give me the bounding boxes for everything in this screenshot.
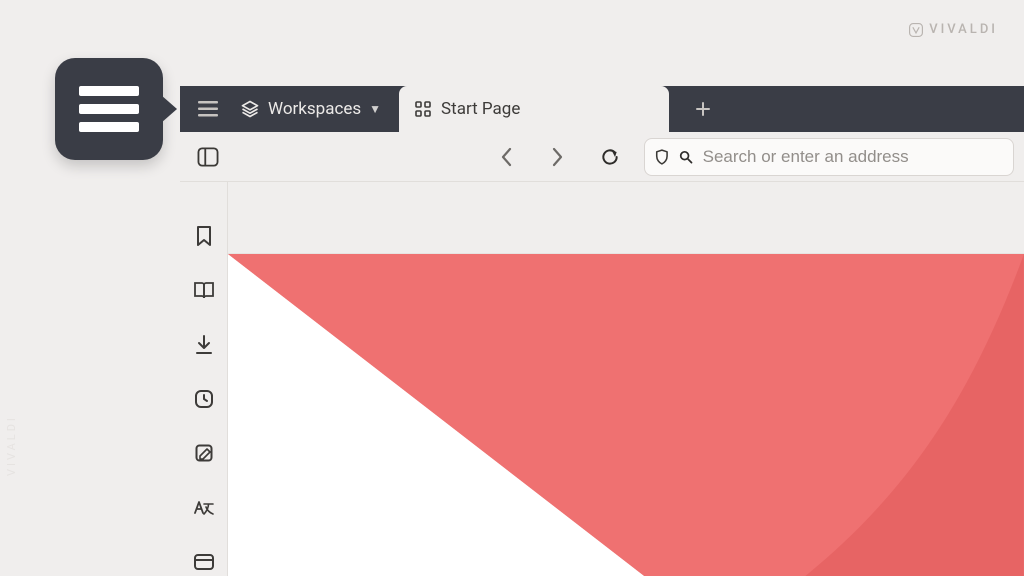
browser-window: Workspaces ▼ Start Page bbox=[180, 86, 1024, 576]
chevron-right-icon bbox=[551, 146, 565, 168]
vivaldi-menu-button[interactable] bbox=[190, 91, 226, 127]
panel-window[interactable] bbox=[186, 548, 222, 576]
brand-name: VIVALDI bbox=[929, 22, 998, 37]
address-input[interactable] bbox=[703, 147, 1003, 167]
hamburger-icon bbox=[198, 101, 218, 117]
panel-reading-list[interactable] bbox=[186, 276, 222, 304]
clock-icon bbox=[194, 389, 214, 409]
workspaces-button[interactable]: Workspaces ▼ bbox=[240, 99, 381, 119]
shield-icon bbox=[655, 148, 669, 166]
download-icon bbox=[194, 334, 214, 356]
chevron-down-icon: ▼ bbox=[369, 102, 381, 116]
panel-toggle-button[interactable] bbox=[190, 139, 226, 175]
body-row bbox=[180, 182, 1024, 576]
plus-icon bbox=[695, 101, 711, 117]
nav-buttons bbox=[488, 139, 628, 175]
tab-label: Start Page bbox=[441, 99, 520, 119]
panel-toggle-icon bbox=[197, 147, 219, 167]
hamburger-icon bbox=[79, 78, 139, 140]
speed-dial-header bbox=[228, 182, 1024, 254]
page-content bbox=[228, 182, 1024, 576]
chevron-left-icon bbox=[499, 146, 513, 168]
panel-downloads[interactable] bbox=[186, 331, 222, 359]
nav-toolbar bbox=[180, 132, 1024, 182]
search-icon bbox=[679, 149, 693, 165]
reload-button[interactable] bbox=[592, 139, 628, 175]
back-button[interactable] bbox=[488, 139, 524, 175]
panel-translate[interactable] bbox=[186, 493, 222, 521]
vivaldi-menu-callout bbox=[55, 58, 163, 160]
start-page-background bbox=[228, 254, 1024, 576]
panel-history[interactable] bbox=[186, 385, 222, 413]
layers-icon bbox=[240, 99, 260, 119]
workspaces-label: Workspaces bbox=[268, 99, 361, 119]
side-watermark: VIVALDI bbox=[5, 415, 18, 476]
reload-icon bbox=[600, 147, 620, 167]
panel-bar bbox=[180, 182, 228, 576]
panel-bookmarks[interactable] bbox=[186, 222, 222, 250]
forward-button[interactable] bbox=[540, 139, 576, 175]
brand-watermark: VIVALDI bbox=[909, 22, 998, 37]
tab-strip: Workspaces ▼ Start Page bbox=[180, 86, 1024, 132]
translate-icon bbox=[193, 498, 215, 518]
bookmark-icon bbox=[195, 225, 213, 247]
tab-start-page[interactable]: Start Page bbox=[399, 86, 669, 132]
panel-notes[interactable] bbox=[186, 439, 222, 467]
note-edit-icon bbox=[194, 443, 214, 463]
address-bar[interactable] bbox=[644, 138, 1014, 176]
vivaldi-logo-icon bbox=[909, 23, 923, 37]
window-icon bbox=[193, 553, 215, 571]
book-open-icon bbox=[193, 280, 215, 300]
new-tab-button[interactable] bbox=[685, 91, 721, 127]
grid-icon bbox=[415, 101, 431, 117]
